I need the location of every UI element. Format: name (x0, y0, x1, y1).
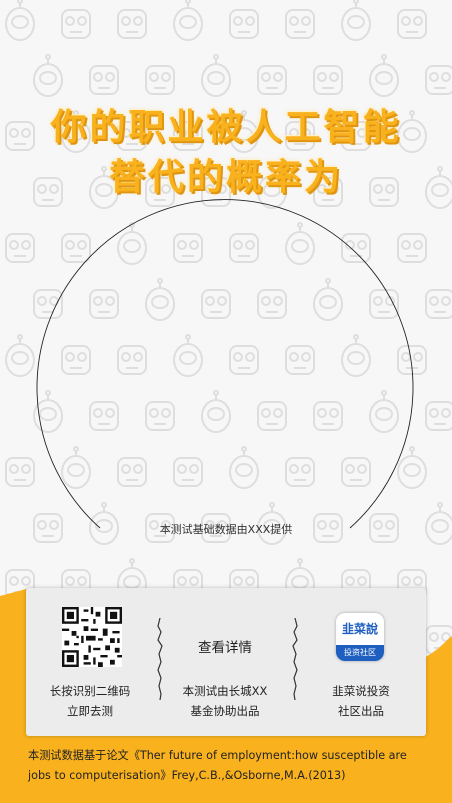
detail-caption-line-1: 本测试由长城XX (182, 684, 268, 698)
qr-caption: 长按识别二维码 立即去测 (26, 681, 154, 721)
source-footnote: 本测试数据基于论文《Ther future of employment:how … (28, 749, 407, 782)
community-caption: 韭菜说投资 社区出品 (296, 681, 426, 721)
community-logo-text: 韭菜說 (341, 622, 378, 636)
qr-code[interactable] (62, 607, 122, 667)
qr-caption-line-1: 长按识别二维码 (49, 684, 131, 698)
community-column: 韭菜說 投资社区 韭菜说投资 社区出品 (296, 588, 426, 736)
community-logo-subtext: 投资社区 (336, 645, 384, 661)
qr-column: 长按识别二维码 立即去测 (26, 588, 154, 736)
view-details-button[interactable]: 查看详情 (160, 636, 290, 656)
detail-caption-line-2: 基金协助出品 (190, 704, 260, 718)
detail-column: 查看详情 本测试由长城XX 基金协助出品 (160, 588, 290, 736)
community-caption-line-2: 社区出品 (338, 704, 384, 718)
detail-caption: 本测试由长城XX 基金协助出品 (160, 681, 290, 721)
community-logo[interactable]: 韭菜說 投资社区 (336, 613, 384, 661)
community-caption-line-1: 韭菜说投资 (332, 684, 390, 698)
qr-caption-line-2: 立即去测 (67, 704, 113, 718)
info-card: 长按识别二维码 立即去测 查看详情 本测试由长城XX 基金协助出品 韭菜說 投资… (26, 588, 426, 736)
